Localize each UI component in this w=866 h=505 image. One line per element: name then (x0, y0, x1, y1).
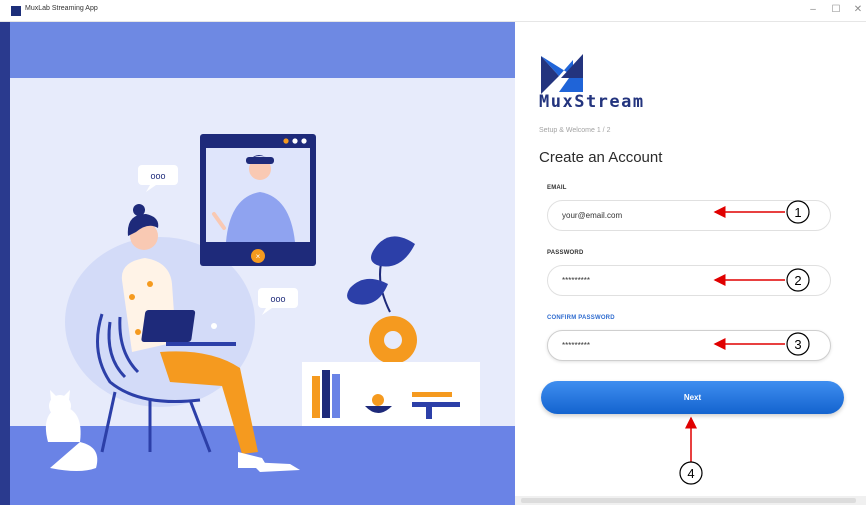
annotation-number-4: 4 (687, 466, 694, 481)
annotation-number-2: 2 (794, 273, 801, 288)
annotation-overlay: 1 2 3 4 (679, 200, 810, 485)
annotation-number-1: 1 (794, 205, 801, 220)
annotation-number-3: 3 (794, 337, 801, 352)
